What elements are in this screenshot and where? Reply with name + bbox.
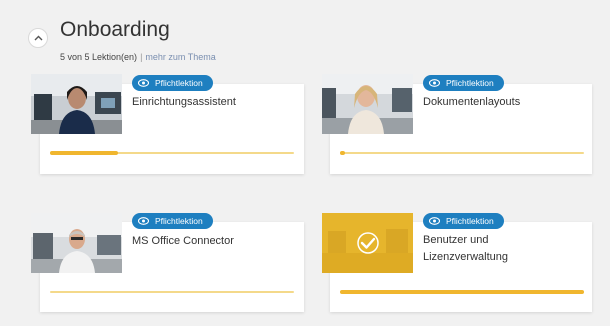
collapse-section-button[interactable] [28, 28, 48, 48]
lesson-progress-2 [340, 151, 584, 155]
lesson-progress-1 [50, 151, 294, 155]
lesson-title-3[interactable]: MS Office Connector [132, 233, 292, 250]
eye-icon [138, 217, 149, 225]
badge-label: Pflichtlektion [155, 216, 203, 226]
video-thumbnail-image [31, 74, 122, 134]
lesson-thumbnail-4[interactable] [322, 213, 413, 273]
video-thumbnail-image [31, 213, 122, 273]
meta-separator: | [140, 52, 143, 62]
mandatory-badge-2: Pflichtlektion [423, 75, 504, 91]
lesson-progress-3 [50, 291, 294, 293]
badge-label: Pflichtlektion [446, 216, 494, 226]
eye-icon [429, 79, 440, 87]
mandatory-badge-3: Pflichtlektion [132, 213, 213, 229]
lesson-progress-fill-1 [50, 151, 119, 155]
lesson-title-4[interactable]: Benutzer und Lizenzverwaltung [423, 232, 533, 266]
lessons-count: 5 von 5 Lektion(en) [60, 52, 138, 62]
badge-label: Pflichtlektion [155, 78, 203, 88]
lesson-thumbnail-1[interactable] [31, 74, 122, 134]
lesson-title-1[interactable]: Einrichtungsassistent [132, 94, 292, 111]
badge-label: Pflichtlektion [446, 78, 494, 88]
lesson-progress-4 [340, 290, 584, 294]
lesson-progress-fill-4 [340, 290, 584, 294]
video-thumbnail-image [322, 74, 413, 134]
section-title: Onboarding [60, 18, 170, 41]
more-about-topic-link[interactable]: mehr zum Thema [145, 52, 215, 62]
mandatory-badge-1: Pflichtlektion [132, 75, 213, 91]
chevron-up-icon [34, 35, 42, 41]
lesson-progress-fill-2 [340, 151, 345, 155]
lesson-title-2[interactable]: Dokumentenlayouts [423, 94, 583, 111]
lesson-thumbnail-3[interactable] [31, 213, 122, 273]
section-meta: 5 von 5 Lektion(en) | mehr zum Thema [60, 52, 216, 62]
eye-icon [138, 79, 149, 87]
eye-icon [429, 217, 440, 225]
mandatory-badge-4: Pflichtlektion [423, 213, 504, 229]
lesson-thumbnail-2[interactable] [322, 74, 413, 134]
checkmark-icon [360, 237, 376, 249]
